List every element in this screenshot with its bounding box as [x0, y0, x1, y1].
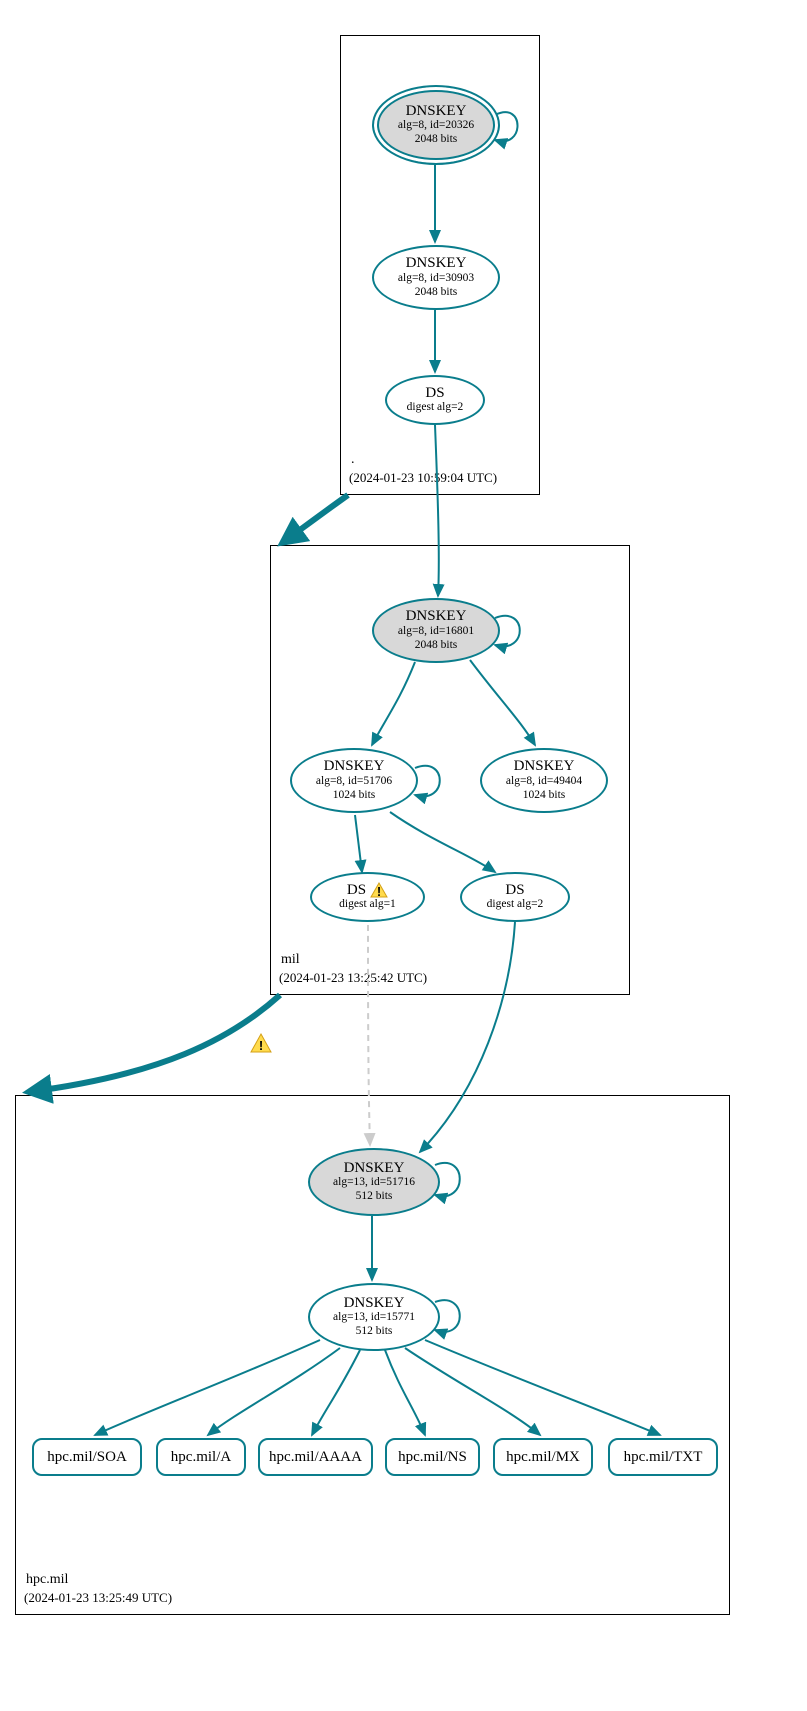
root-zsk-dnskey: DNSKEY alg=8, id=30903 2048 bits [372, 245, 500, 310]
node-title: DS [505, 882, 524, 899]
rr-a: hpc.mil/A [156, 1438, 246, 1476]
node-line1: digest alg=1 [339, 898, 396, 912]
rr-mx: hpc.mil/MX [493, 1438, 593, 1476]
zone-mil-timestamp: (2024-01-23 13:25:42 UTC) [279, 970, 427, 986]
rr-soa: hpc.mil/SOA [32, 1438, 142, 1476]
node-title: DS [347, 882, 366, 899]
warning-icon: ! [370, 882, 388, 898]
zone-root-timestamp: (2024-01-23 10:59:04 UTC) [349, 470, 497, 486]
zone-mil-label: mil [281, 952, 300, 968]
node-line2: 2048 bits [415, 639, 458, 653]
mil-zsk2-dnskey: DNSKEY alg=8, id=49404 1024 bits [480, 748, 608, 813]
node-line2: 2048 bits [415, 286, 458, 300]
rr-label: hpc.mil/TXT [624, 1449, 703, 1466]
mil-zsk1-dnskey: DNSKEY alg=8, id=51706 1024 bits [290, 748, 418, 813]
mil-ds2: DS digest alg=2 [460, 872, 570, 922]
zone-root-label: . [351, 452, 355, 468]
rr-txt: hpc.mil/TXT [608, 1438, 718, 1476]
node-line2: 1024 bits [523, 789, 566, 803]
svg-text:!: ! [377, 884, 381, 898]
mil-ksk-dnskey: DNSKEY alg=8, id=16801 2048 bits [372, 598, 500, 663]
hpc-ksk-dnskey: DNSKEY alg=13, id=51716 512 bits [308, 1148, 440, 1216]
mil-ds1: DS ! digest alg=1 [310, 872, 425, 922]
node-line1: alg=8, id=49404 [506, 775, 582, 789]
node-line1: alg=8, id=51706 [316, 775, 392, 789]
rr-label: hpc.mil/SOA [47, 1449, 127, 1466]
node-title: DS [425, 385, 444, 402]
node-title: DNSKEY [324, 758, 385, 775]
node-line1: alg=13, id=51716 [333, 1176, 415, 1190]
node-line1: alg=8, id=30903 [398, 272, 474, 286]
node-line1: alg=13, id=15771 [333, 1311, 415, 1325]
node-line2: 1024 bits [333, 789, 376, 803]
node-line1: digest alg=2 [487, 898, 544, 912]
node-title: DNSKEY [514, 758, 575, 775]
node-title: DNSKEY [344, 1160, 405, 1177]
node-line2: 512 bits [356, 1190, 393, 1204]
zone-hpc-label: hpc.mil [26, 1572, 68, 1588]
node-line1: alg=8, id=20326 [398, 119, 474, 133]
rr-label: hpc.mil/AAAA [269, 1449, 362, 1466]
node-title: DNSKEY [344, 1295, 405, 1312]
node-title: DNSKEY [406, 103, 467, 120]
node-line2: 512 bits [356, 1325, 393, 1339]
rr-aaaa: hpc.mil/AAAA [258, 1438, 373, 1476]
node-line2: 2048 bits [415, 133, 458, 147]
hpc-zsk-dnskey: DNSKEY alg=13, id=15771 512 bits [308, 1283, 440, 1351]
zone-hpc-timestamp: (2024-01-23 13:25:49 UTC) [24, 1590, 172, 1606]
node-title: DNSKEY [406, 255, 467, 272]
rr-label: hpc.mil/NS [398, 1449, 467, 1466]
node-line1: digest alg=2 [407, 401, 464, 415]
rr-label: hpc.mil/MX [506, 1449, 580, 1466]
root-ksk-dnskey: DNSKEY alg=8, id=20326 2048 bits [372, 85, 500, 165]
root-ds: DS digest alg=2 [385, 375, 485, 425]
warning-icon: ! [250, 1033, 272, 1053]
rr-ns: hpc.mil/NS [385, 1438, 480, 1476]
node-title: DNSKEY [406, 608, 467, 625]
rr-label: hpc.mil/A [171, 1449, 231, 1466]
svg-text:!: ! [259, 1038, 263, 1053]
node-line1: alg=8, id=16801 [398, 625, 474, 639]
